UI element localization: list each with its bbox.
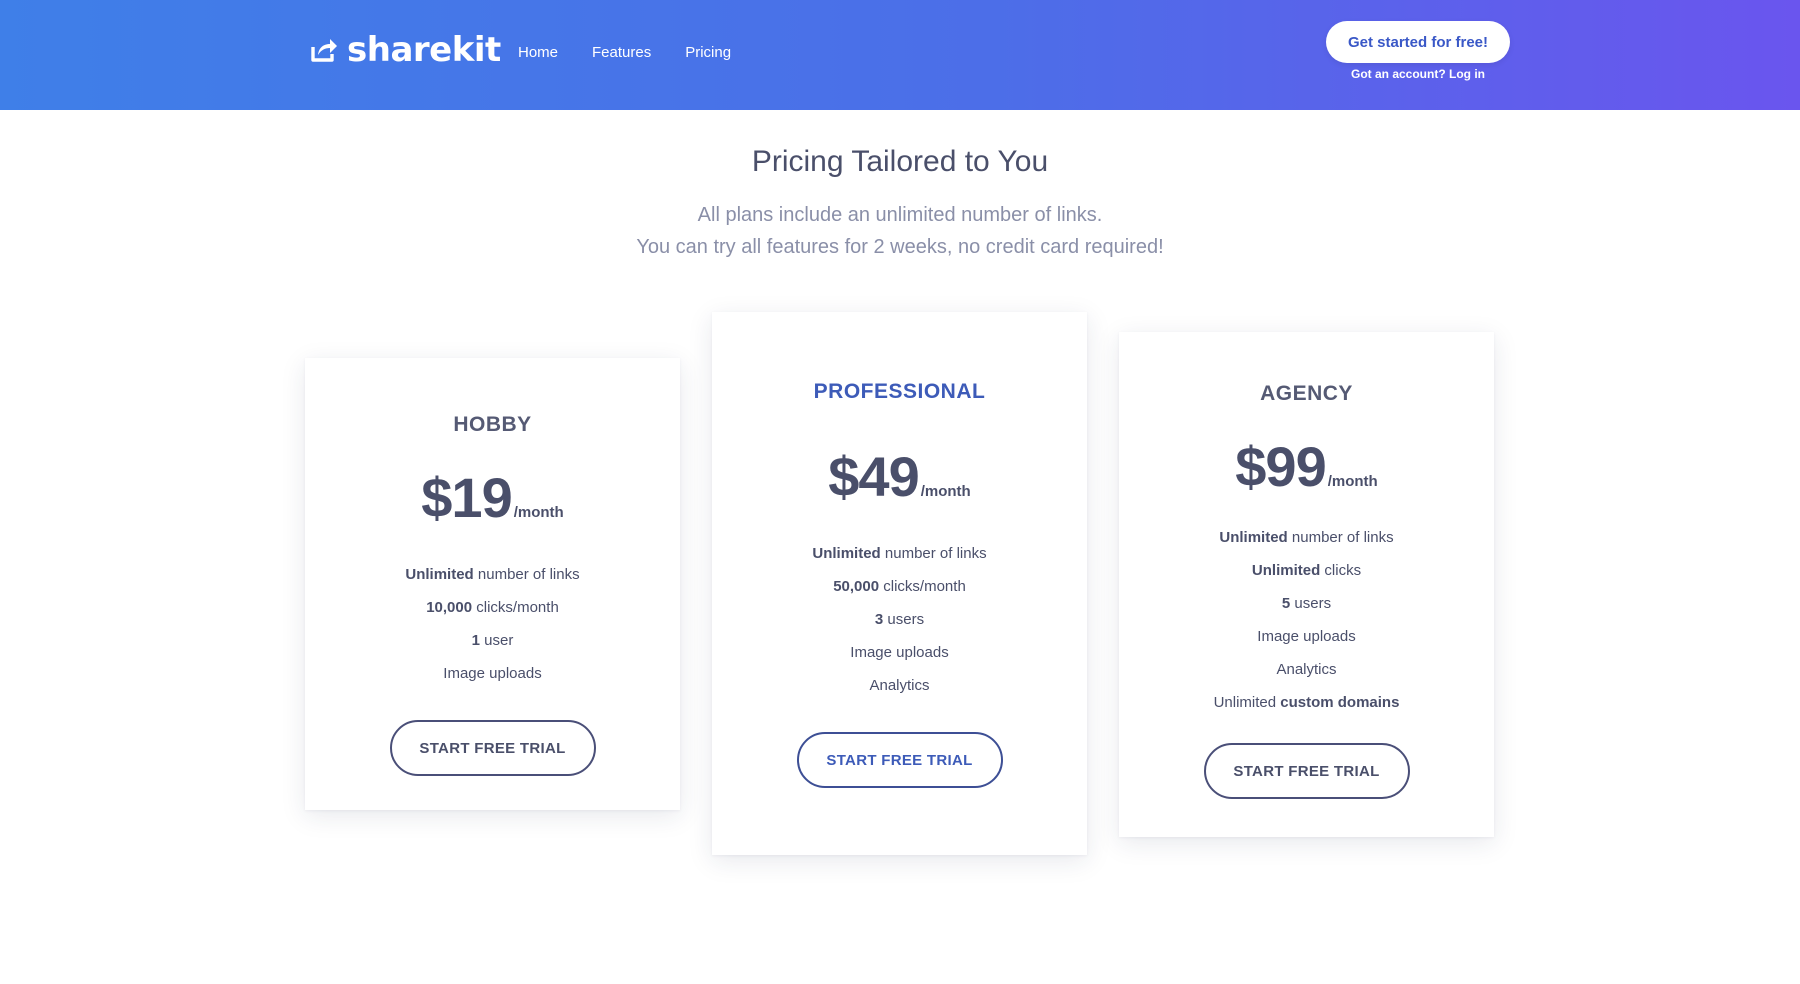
start-free-trial-button[interactable]: START FREE TRIAL <box>1203 743 1410 799</box>
plan-name: HOBBY <box>453 413 532 436</box>
feature-item: Unlimited number of links <box>1219 529 1394 546</box>
plan-price: $19 /month <box>305 465 680 530</box>
feature-list: Unlimited number of links 50,000 clicks/… <box>712 537 1087 702</box>
start-free-trial-button[interactable]: START FREE TRIAL <box>389 720 596 776</box>
top-header: sharekit Home Features Pricing Get start… <box>0 0 1800 110</box>
feature-item: Image uploads <box>1257 628 1356 645</box>
price-amount: $99 <box>1235 435 1326 498</box>
feature-item: 3 users <box>874 611 925 628</box>
price-period: /month <box>920 483 971 500</box>
page-title: Pricing Tailored to You <box>751 145 1049 178</box>
feature-item: Analytics <box>869 677 930 694</box>
share-icon <box>309 35 339 65</box>
feature-item: 50,000 clicks/month <box>833 578 966 595</box>
feature-item: Unlimited custom domains <box>1213 694 1400 711</box>
get-started-button[interactable]: Get started for free! <box>1326 21 1510 63</box>
price-amount: $49 <box>828 445 919 508</box>
sharekit-logo[interactable]: sharekit <box>309 28 501 72</box>
plan-name: AGENCY <box>1260 382 1353 405</box>
logo-text: sharekit <box>347 30 501 70</box>
nav-pricing-link[interactable]: Pricing <box>685 44 731 61</box>
plan-price: $99 /month <box>1119 434 1494 499</box>
price-period: /month <box>513 504 564 521</box>
feature-item: Unlimited clicks <box>1251 562 1362 579</box>
feature-item: Analytics <box>1276 661 1337 678</box>
subtitle-line-2: You can try all features for 2 weeks, no… <box>636 236 1164 258</box>
nav-home-link[interactable]: Home <box>518 44 558 61</box>
plan-card-agency: AGENCY $99 /month Unlimited number of li… <box>1119 332 1494 837</box>
price-amount: $19 <box>421 466 512 529</box>
feature-item: Image uploads <box>443 665 542 682</box>
nav-features-link[interactable]: Features <box>592 44 651 61</box>
price-period: /month <box>1327 473 1378 490</box>
plan-card-hobby: HOBBY $19 /month Unlimited number of lin… <box>305 358 680 810</box>
feature-list: Unlimited number of links 10,000 clicks/… <box>305 558 680 690</box>
feature-item: Unlimited number of links <box>812 545 987 562</box>
plan-price: $49 /month <box>712 444 1087 509</box>
page-subtitle: All plans include an unlimited number of… <box>0 199 1800 263</box>
feature-item: 1 user <box>471 632 514 649</box>
feature-list: Unlimited number of links Unlimited clic… <box>1119 521 1494 719</box>
feature-item: 5 users <box>1281 595 1332 612</box>
plan-card-professional: PROFESSIONAL $49 /month Unlimited number… <box>712 312 1087 855</box>
feature-item: Image uploads <box>850 644 949 661</box>
subtitle-line-1: All plans include an unlimited number of… <box>697 204 1103 226</box>
feature-item: Unlimited number of links <box>405 566 580 583</box>
feature-item: 10,000 clicks/month <box>426 599 559 616</box>
main-nav: Home Features Pricing <box>518 44 731 61</box>
start-free-trial-button[interactable]: START FREE TRIAL <box>796 732 1003 788</box>
login-link[interactable]: Got an account? Log in <box>1326 67 1510 81</box>
plan-name: PROFESSIONAL <box>813 380 986 403</box>
